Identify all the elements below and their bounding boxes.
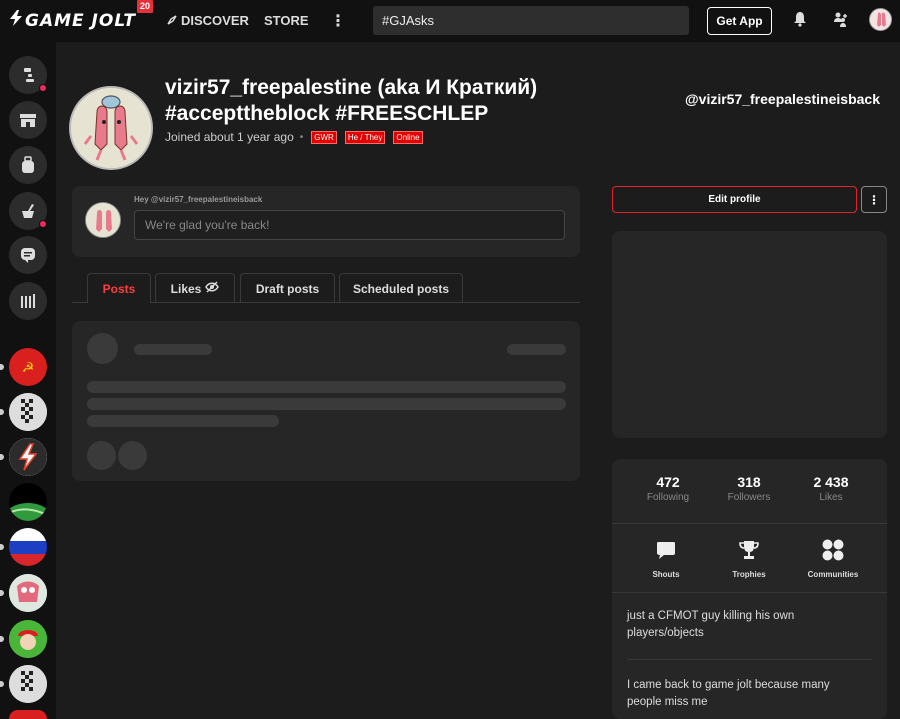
profile-more-button[interactable]: ⋮ (861, 186, 887, 213)
tab-posts[interactable]: Posts (87, 273, 151, 303)
realms-notification-dot (39, 84, 47, 92)
profile-tag: GWR (311, 130, 337, 144)
ussr-flag-avatar[interactable]: ☭ (9, 348, 47, 386)
separator-dot: • (299, 131, 304, 143)
discover-link[interactable]: DISCOVER (167, 13, 249, 28)
tab-scheduled-posts[interactable]: Scheduled posts (339, 273, 463, 303)
communities-icon (798, 539, 868, 566)
top-navigation-bar: GAME JOLT 20 DISCOVER STORE ⋮ #GJAsks Ge… (0, 0, 900, 42)
skeleton-avatar (87, 333, 118, 364)
game-indicator (0, 636, 4, 642)
post-composer-input[interactable]: We're glad you're back! (134, 210, 565, 240)
store-link[interactable]: STORE (264, 13, 309, 28)
followers-label: Followers (727, 492, 771, 503)
bio-line: just a CFMOT guy killing his own players… (627, 610, 795, 639)
followers-count: 318 (737, 474, 761, 490)
left-sidebar: ☭ (0, 42, 56, 719)
profile-handle[interactable]: @vizir57_freepalestineisback (685, 91, 880, 107)
skeleton-line (87, 381, 566, 393)
lightning-avatar[interactable] (9, 438, 47, 476)
composer-avatar (85, 202, 121, 238)
following-label: Following (646, 492, 690, 503)
stats-divider (612, 523, 887, 524)
pink-creature-avatar[interactable] (9, 574, 47, 612)
skeleton-line (134, 344, 212, 355)
quests-notification-dot (39, 220, 47, 228)
dark-hill-avatar[interactable] (9, 483, 47, 521)
trophies-link[interactable]: Trophies (714, 539, 784, 579)
bolt-icon (10, 10, 22, 31)
post-composer-card: Hey @vizir57_freepalestineisback We're g… (72, 186, 580, 257)
partial-avatar[interactable] (9, 710, 47, 719)
notification-count-badge: 20 (137, 0, 154, 13)
feed-loading-placeholder (72, 321, 580, 481)
russia-flag-avatar[interactable] (9, 528, 47, 566)
greeting-label: Hey @vizir57_freepalestineisback (134, 195, 263, 204)
profile-tag: Online (393, 130, 423, 144)
profile-meta: Joined about 1 year ago • GWR He / They … (165, 130, 423, 144)
discover-icon (167, 13, 177, 28)
tab-likes[interactable]: Likes (155, 273, 235, 303)
bell-icon[interactable] (793, 11, 807, 32)
chat-icon[interactable] (9, 236, 47, 274)
game-indicator (0, 590, 4, 596)
game-indicator (0, 409, 4, 415)
profile-tag: He / They (344, 130, 386, 144)
joined-date: Joined about 1 year ago (165, 130, 294, 144)
followers-stat[interactable]: 318 Followers (714, 474, 784, 503)
profile-tabs: Posts Likes Draft posts Scheduled posts (72, 273, 580, 303)
skeleton-line (87, 398, 566, 410)
ad-placeholder-card (612, 231, 887, 438)
hidden-eye-icon (205, 281, 220, 296)
communities-link[interactable]: Communities (798, 539, 868, 579)
backpack-icon[interactable] (9, 146, 47, 184)
more-menu-button[interactable]: ⋮ (330, 11, 346, 31)
game-indicator (0, 681, 4, 687)
game-indicator (0, 544, 4, 550)
discover-label: DISCOVER (181, 13, 249, 28)
links-divider (612, 592, 887, 593)
checker-avatar[interactable] (9, 393, 47, 431)
trophies-label: Trophies (732, 570, 766, 579)
following-stat[interactable]: 472 Following (633, 474, 703, 503)
profile-avatar[interactable] (69, 86, 153, 170)
logo-text: GAME JOLT (25, 10, 136, 31)
skeleton-line (87, 415, 279, 427)
shouts-icon (631, 539, 701, 566)
likes-label: Likes (819, 492, 843, 503)
likes-count: 2 438 (813, 474, 849, 490)
likes-stat[interactable]: 2 438 Likes (796, 474, 866, 503)
bio-divider (627, 659, 872, 660)
skeleton-circle (87, 441, 116, 470)
checker-avatar-2[interactable] (9, 665, 47, 703)
game-indicator (0, 454, 4, 460)
active-game-indicator (0, 364, 4, 370)
svg-text:☭: ☭ (22, 360, 35, 376)
user-avatar[interactable] (869, 8, 892, 31)
red-cap-avatar[interactable] (9, 620, 47, 658)
friends-icon[interactable] (832, 11, 850, 34)
tab-likes-label: Likes (170, 281, 202, 296)
get-app-button[interactable]: Get App (707, 7, 772, 35)
edit-profile-button[interactable]: Edit profile (612, 186, 857, 213)
search-input[interactable]: #GJAsks (373, 6, 689, 35)
bio-line: I came back to game jolt because many pe… (627, 679, 830, 708)
communities-label: Communities (807, 570, 859, 579)
trophy-icon (714, 539, 784, 566)
shouts-link[interactable]: Shouts (631, 539, 701, 579)
library-icon[interactable] (9, 282, 47, 320)
skeleton-line (507, 344, 566, 355)
skeleton-circle (118, 441, 147, 470)
profile-display-name: vizir57_freepalestine (aka И Краткий) #a… (165, 76, 538, 125)
store-icon[interactable] (9, 101, 47, 139)
following-count: 472 (656, 474, 680, 490)
game-jolt-logo[interactable]: GAME JOLT (10, 10, 136, 31)
shouts-label: Shouts (652, 570, 680, 579)
tab-draft-posts[interactable]: Draft posts (240, 273, 335, 303)
